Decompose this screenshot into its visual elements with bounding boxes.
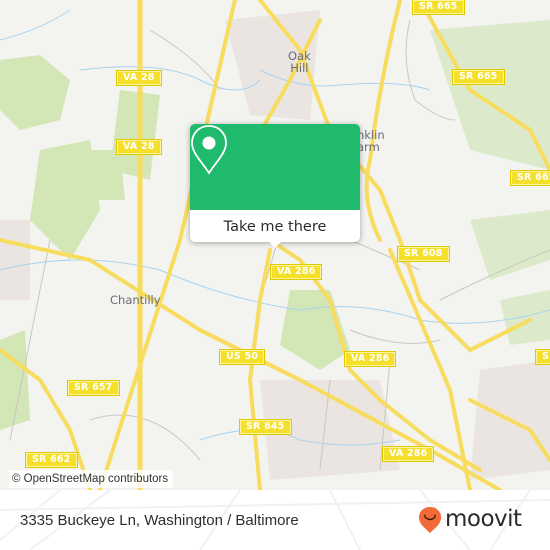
route-shield-va286: VA 286 <box>343 351 397 367</box>
address-text: 3335 Buckeye Ln, Washington / Baltimore <box>20 512 299 529</box>
map[interactable]: Oak Hill nklin arm Chantilly SR 665 SR 6… <box>0 0 550 490</box>
popup-pointer <box>267 240 283 248</box>
route-shield-va28: VA 28 <box>116 139 162 155</box>
route-shield-sr: SR <box>535 349 550 365</box>
map-attribution[interactable]: © OpenStreetMap contributors <box>9 470 174 488</box>
location-pin-icon <box>191 125 227 175</box>
route-shield-sr608: SR 608 <box>397 246 450 262</box>
route-shield-sr662: SR 662 <box>25 452 78 468</box>
route-shield-sr657: SR 657 <box>67 380 120 396</box>
route-shield-va286: VA 286 <box>381 446 435 462</box>
place-label-chantilly: Chantilly <box>110 293 161 307</box>
route-shield-sr665: SR 665 <box>412 0 465 15</box>
route-shield-sr645: SR 645 <box>239 419 292 435</box>
route-shield-va28: VA 28 <box>116 70 162 86</box>
route-shield-sr665: SR 665 <box>510 170 550 186</box>
route-shield-us50: US 50 <box>218 349 266 365</box>
take-me-there-button[interactable]: Take me there <box>190 210 360 242</box>
footer: 3335 Buckeye Ln, Washington / Baltimore … <box>0 490 550 550</box>
place-label-franklin-farm: nklin arm <box>357 128 385 154</box>
place-label-oak-hill: Oak Hill <box>288 49 311 75</box>
moovit-smile-pin-icon <box>419 507 441 533</box>
destination-popup: Take me there <box>190 124 360 248</box>
route-shield-va286: VA 286 <box>269 264 323 280</box>
route-shield-sr665: SR 665 <box>452 69 505 85</box>
moovit-logo: moovit <box>418 506 522 534</box>
popup-header <box>190 124 360 210</box>
brand-name: moovit <box>445 506 522 532</box>
